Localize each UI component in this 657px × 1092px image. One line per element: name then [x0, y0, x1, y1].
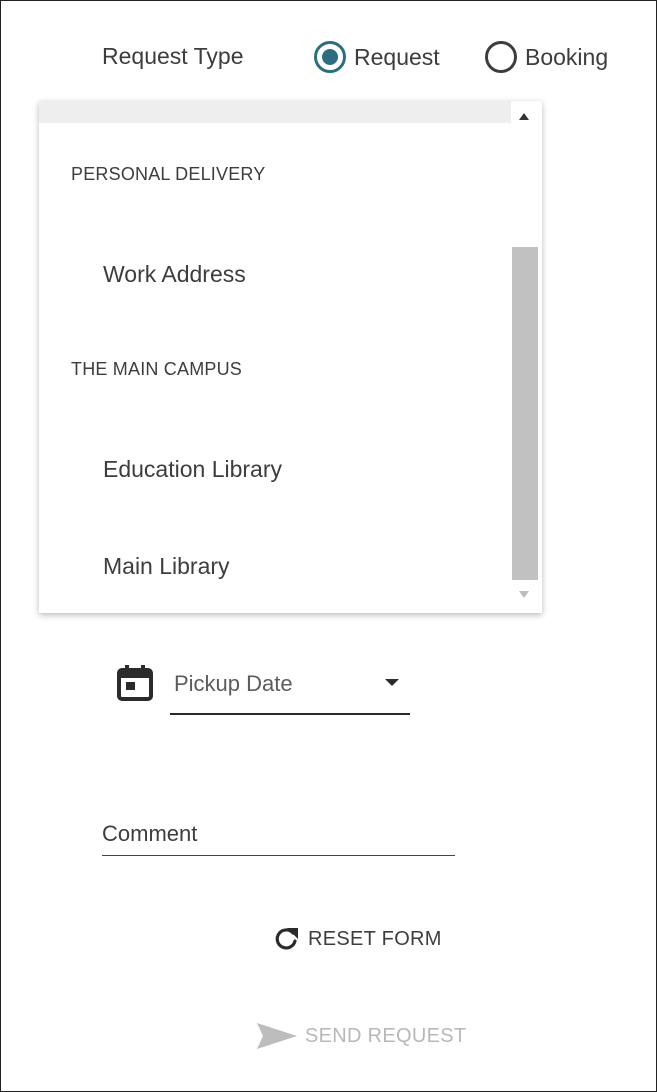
- radio-selected-icon: [314, 41, 346, 73]
- pickup-location-dropdown[interactable]: PERSONAL DELIVERY Work Address THE MAIN …: [39, 101, 542, 613]
- option-main-library[interactable]: Main Library: [103, 553, 230, 580]
- radio-booking-label: Booking: [525, 43, 609, 70]
- option-education-library[interactable]: Education Library: [103, 456, 282, 483]
- send-icon: [257, 1023, 297, 1049]
- reset-form-label: RESET FORM: [308, 927, 442, 950]
- reset-form-button[interactable]: RESET FORM: [272, 925, 442, 953]
- radio-unselected-icon: [485, 41, 517, 73]
- chevron-down-icon: [385, 679, 399, 686]
- scroll-down-arrow-icon[interactable]: [519, 591, 529, 598]
- scroll-up-arrow-icon[interactable]: [519, 113, 529, 120]
- comment-input[interactable]: [102, 813, 455, 856]
- radio-request-label: Request: [354, 43, 440, 70]
- send-request-label: SEND REQUEST: [305, 1024, 467, 1047]
- pickup-date-select[interactable]: Pickup Date: [170, 669, 410, 715]
- radio-request[interactable]: Request: [314, 41, 440, 73]
- group-header-main-campus: THE MAIN CAMPUS: [71, 359, 243, 379]
- refresh-icon: [275, 928, 298, 950]
- dropdown-top-band: [39, 101, 511, 123]
- calendar-icon: [117, 665, 153, 701]
- request-type-label: Request Type: [102, 43, 244, 69]
- option-work-address[interactable]: Work Address: [103, 261, 246, 288]
- request-form-frame: Request Type Request Booking PERSONAL DE…: [0, 0, 657, 1092]
- group-header-personal-delivery: PERSONAL DELIVERY: [71, 164, 266, 184]
- radio-booking[interactable]: Booking: [485, 41, 608, 73]
- send-request-button[interactable]: SEND REQUEST: [255, 1021, 466, 1051]
- pickup-date-placeholder: Pickup Date: [174, 671, 293, 696]
- scrollbar-thumb[interactable]: [512, 247, 538, 580]
